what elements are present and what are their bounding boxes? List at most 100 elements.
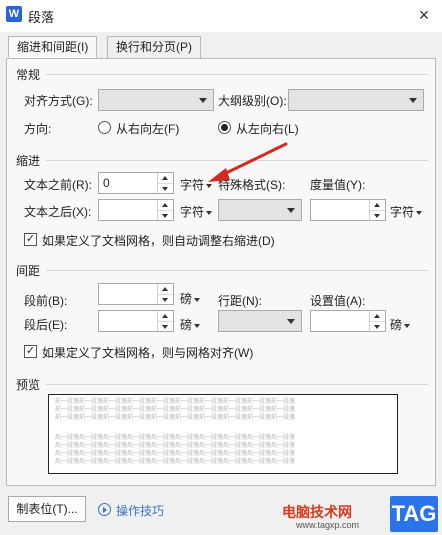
indent-after-unit[interactable]: 字符 bbox=[180, 203, 213, 220]
ltr-label: 从左向右(L) bbox=[236, 122, 299, 136]
tab-line-page-breaks[interactable]: 换行和分页(P) bbox=[107, 36, 201, 58]
spin-down-button[interactable] bbox=[158, 183, 173, 193]
rtl-label: 从右向左(F) bbox=[116, 122, 180, 136]
indent-after-stepper[interactable] bbox=[98, 199, 174, 221]
line-spacing-label: 行距(N): bbox=[218, 294, 262, 308]
outline-level-select[interactable] bbox=[288, 89, 424, 111]
set-value-unit[interactable]: 磅 bbox=[390, 316, 411, 333]
watermark-url: www.tagxp.com bbox=[296, 520, 360, 530]
annotation-arrow-icon bbox=[208, 142, 288, 182]
chevron-down-icon bbox=[162, 298, 168, 302]
section-general-label: 常规 bbox=[16, 68, 41, 82]
outline-level-label: 大纲级别(O): bbox=[218, 94, 287, 108]
space-after-unit[interactable]: 磅 bbox=[180, 316, 201, 333]
chevron-down-icon bbox=[199, 98, 207, 103]
watermark-tag-logo: TAG bbox=[390, 496, 438, 532]
chevron-down-icon bbox=[162, 187, 168, 191]
unit-text: 磅 bbox=[180, 318, 193, 332]
play-tips-icon[interactable] bbox=[98, 503, 111, 516]
chevron-up-icon bbox=[162, 314, 168, 318]
watermark-site-name: 电脑技术网 bbox=[282, 504, 352, 520]
caret-down-icon bbox=[194, 297, 201, 302]
spin-up-button[interactable] bbox=[370, 200, 385, 210]
direction-label: 方向: bbox=[24, 122, 52, 136]
section-indent-label: 缩进 bbox=[16, 154, 41, 168]
rtl-radio[interactable] bbox=[98, 121, 111, 134]
indent-before-label: 文本之前(R): bbox=[24, 178, 92, 192]
close-icon[interactable]: × bbox=[412, 4, 436, 26]
spacing-grid-label: 如果定义了文档网格，则与网格对齐(W) bbox=[42, 346, 254, 360]
caret-down-icon bbox=[404, 323, 411, 328]
spin-up-button[interactable] bbox=[158, 284, 173, 294]
unit-text: 字符 bbox=[390, 205, 415, 219]
caret-down-icon bbox=[416, 210, 423, 215]
space-before-stepper[interactable] bbox=[98, 283, 174, 305]
indent-grid-label: 如果定义了文档网格，则自动调整右缩进(D) bbox=[42, 234, 275, 248]
space-after-label: 段后(E): bbox=[24, 318, 68, 332]
set-value-stepper[interactable] bbox=[310, 310, 386, 332]
space-before-unit[interactable]: 磅 bbox=[180, 290, 201, 307]
spin-up-button[interactable] bbox=[158, 200, 173, 210]
caret-down-icon bbox=[194, 323, 201, 328]
dialog-title: 段落 bbox=[28, 10, 55, 25]
alignment-label: 对齐方式(G): bbox=[24, 94, 93, 108]
checkmark-icon: ✓ bbox=[25, 233, 36, 245]
section-divider bbox=[46, 384, 428, 385]
preview-next-line: 后一段落后一段落后一段落后一段落后一段落后一段落后一段落后一段落后一段落后一段落 bbox=[55, 435, 296, 441]
space-before-label: 段前(B): bbox=[24, 294, 68, 308]
chevron-down-icon bbox=[287, 319, 295, 324]
preview-next-line: 后一段落后一段落后一段落后一段落后一段落后一段落后一段落后一段落后一段落后一段落 bbox=[55, 443, 296, 449]
line-spacing-select[interactable] bbox=[218, 310, 302, 332]
alignment-select[interactable] bbox=[98, 89, 214, 111]
spin-up-button[interactable] bbox=[158, 311, 173, 321]
section-spacing-label: 间距 bbox=[16, 264, 41, 278]
indent-after-label: 文本之后(X): bbox=[24, 205, 92, 219]
chevron-down-icon bbox=[374, 214, 380, 218]
chevron-down-icon bbox=[162, 325, 168, 329]
chevron-down-icon bbox=[374, 325, 380, 329]
tips-link[interactable]: 操作技巧 bbox=[116, 502, 164, 519]
section-divider bbox=[46, 74, 428, 75]
section-divider bbox=[46, 270, 428, 271]
chevron-up-icon bbox=[162, 287, 168, 291]
spin-down-button[interactable] bbox=[158, 294, 173, 304]
chevron-up-icon bbox=[162, 203, 168, 207]
measure-stepper[interactable] bbox=[310, 199, 386, 221]
spin-down-button[interactable] bbox=[370, 210, 385, 220]
section-preview-label: 预览 bbox=[16, 378, 41, 392]
measure-label: 度量值(Y): bbox=[310, 178, 366, 192]
preview-prev-line: 前一段落前一段落前一段落前一段落前一段落前一段落前一段落前一段落前一段落前一段落 bbox=[55, 399, 296, 405]
caret-down-icon bbox=[206, 210, 213, 215]
spin-up-button[interactable] bbox=[370, 311, 385, 321]
space-after-stepper[interactable] bbox=[98, 310, 174, 332]
indent-grid-checkbox[interactable]: ✓ bbox=[24, 233, 37, 246]
chevron-up-icon bbox=[374, 203, 380, 207]
chevron-down-icon bbox=[162, 214, 168, 218]
chevron-down-icon bbox=[287, 208, 295, 213]
unit-text: 字符 bbox=[180, 205, 205, 219]
spin-up-button[interactable] bbox=[158, 173, 173, 183]
title-bar bbox=[0, 0, 442, 32]
ltr-radio[interactable] bbox=[218, 121, 231, 134]
spin-down-button[interactable] bbox=[370, 321, 385, 331]
spin-down-button[interactable] bbox=[158, 321, 173, 331]
measure-unit[interactable]: 字符 bbox=[390, 203, 423, 220]
tab-stops-button[interactable]: 制表位(T)... bbox=[8, 496, 86, 522]
preview-prev-line: 前一段落前一段落前一段落前一段落前一段落前一段落前一段落前一段落前一段落前一段落 bbox=[55, 415, 296, 421]
preview-prev-line: 前一段落前一段落前一段落前一段落前一段落前一段落前一段落前一段落前一段落前一段落 bbox=[55, 407, 296, 413]
spacing-grid-checkbox[interactable]: ✓ bbox=[24, 345, 37, 358]
special-format-select[interactable] bbox=[218, 199, 302, 221]
set-value-label: 设置值(A): bbox=[310, 294, 366, 308]
unit-text: 磅 bbox=[390, 318, 403, 332]
preview-next-line: 后一段落后一段落后一段落后一段落后一段落后一段落后一段落后一段落后一段落后一段落 bbox=[55, 459, 296, 465]
unit-text: 磅 bbox=[180, 292, 193, 306]
wps-app-icon: W bbox=[6, 6, 22, 22]
chevron-down-icon bbox=[409, 98, 417, 103]
spin-down-button[interactable] bbox=[158, 210, 173, 220]
tab-indent-spacing[interactable]: 缩进和间距(I) bbox=[8, 36, 98, 58]
indent-before-value: 0 bbox=[103, 176, 110, 190]
chevron-up-icon bbox=[162, 176, 168, 180]
chevron-up-icon bbox=[374, 314, 380, 318]
checkmark-icon: ✓ bbox=[25, 345, 36, 357]
indent-before-stepper[interactable]: 0 bbox=[98, 172, 174, 194]
